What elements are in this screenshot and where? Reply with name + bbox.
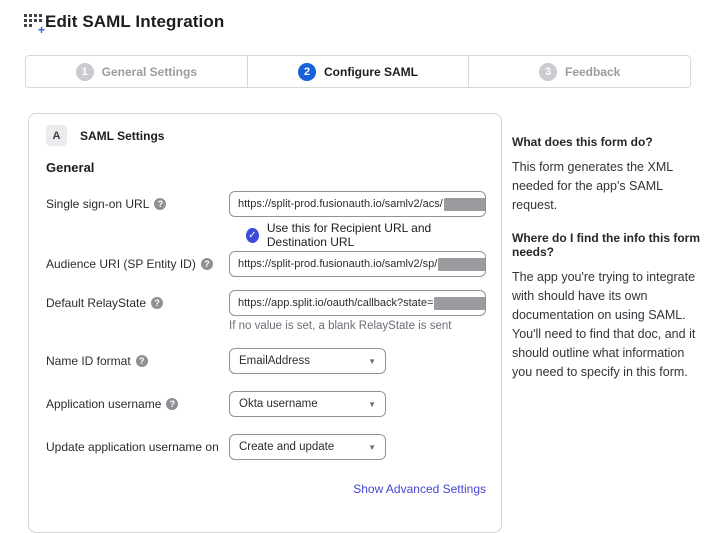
application-username-label: Application username ? bbox=[46, 391, 229, 411]
chevron-down-icon: ▼ bbox=[368, 443, 376, 452]
tab-configure-saml[interactable]: 2 Configure SAML bbox=[247, 56, 469, 87]
input-value: https://split-prod.fusionauth.io/samlv2/… bbox=[238, 258, 437, 270]
step-1-label: General Settings bbox=[102, 65, 197, 79]
saml-settings-panel: A SAML Settings General Single sign-on U… bbox=[28, 113, 502, 533]
selected-value: Okta username bbox=[239, 398, 318, 410]
help-answer-1: This form generates the XML needed for t… bbox=[512, 158, 705, 215]
help-icon[interactable]: ? bbox=[166, 398, 178, 410]
section-a-badge: A bbox=[46, 125, 67, 146]
label-text: Audience URI (SP Entity ID) bbox=[46, 257, 196, 271]
label-text: Application username bbox=[46, 397, 161, 411]
section-title: SAML Settings bbox=[80, 129, 164, 143]
step-2-label: Configure SAML bbox=[324, 65, 418, 79]
selected-value: EmailAddress bbox=[239, 355, 310, 367]
wizard-steps: 1 General Settings 2 Configure SAML 3 Fe… bbox=[25, 55, 691, 88]
single-sign-on-url-label: Single sign-on URL ? bbox=[46, 191, 229, 211]
step-2-circle: 2 bbox=[298, 63, 316, 81]
label-text: Single sign-on URL bbox=[46, 197, 149, 211]
help-icon[interactable]: ? bbox=[154, 198, 166, 210]
relaystate-hint: If no value is set, a blank RelayState i… bbox=[229, 320, 486, 332]
redacted-value bbox=[434, 297, 486, 310]
default-relaystate-input[interactable]: https://app.split.io/oauth/callback?stat… bbox=[229, 290, 486, 316]
input-value: https://app.split.io/oauth/callback?stat… bbox=[238, 297, 433, 309]
plus-glyph: + bbox=[38, 25, 45, 35]
step-3-circle: 3 bbox=[539, 63, 557, 81]
apps-grid-plus-icon: + bbox=[24, 13, 43, 32]
tab-general-settings[interactable]: 1 General Settings bbox=[26, 56, 247, 87]
update-username-label: Update application username on bbox=[46, 434, 229, 454]
redacted-value bbox=[438, 258, 486, 271]
help-icon[interactable]: ? bbox=[151, 297, 163, 309]
single-sign-on-url-input[interactable]: https://split-prod.fusionauth.io/samlv2/… bbox=[229, 191, 486, 217]
label-text: Update application username on bbox=[46, 440, 219, 454]
recipient-url-checkbox-label: Use this for Recipient URL and Destinati… bbox=[267, 221, 486, 249]
recipient-url-checkbox[interactable]: ✓ bbox=[246, 228, 259, 243]
help-icon[interactable]: ? bbox=[136, 355, 148, 367]
update-username-select[interactable]: Create and update ▼ bbox=[229, 434, 386, 460]
page-header: + Edit SAML Integration bbox=[24, 12, 224, 32]
label-text: Default RelayState bbox=[46, 296, 146, 310]
name-id-format-label: Name ID format ? bbox=[46, 348, 229, 368]
step-1-circle: 1 bbox=[76, 63, 94, 81]
label-text: Name ID format bbox=[46, 354, 131, 368]
application-username-select[interactable]: Okta username ▼ bbox=[229, 391, 386, 417]
name-id-format-select[interactable]: EmailAddress ▼ bbox=[229, 348, 386, 374]
help-icon[interactable]: ? bbox=[201, 258, 213, 270]
selected-value: Create and update bbox=[239, 441, 334, 453]
default-relaystate-label: Default RelayState ? bbox=[46, 290, 229, 310]
help-sidebar: What does this form do? This form genera… bbox=[512, 135, 705, 398]
input-value: https://split-prod.fusionauth.io/samlv2/… bbox=[238, 198, 443, 210]
help-question-2: Where do I find the info this form needs… bbox=[512, 231, 705, 259]
show-advanced-settings-link[interactable]: Show Advanced Settings bbox=[353, 482, 486, 496]
chevron-down-icon: ▼ bbox=[368, 357, 376, 366]
help-question-1: What does this form do? bbox=[512, 135, 705, 149]
audience-uri-label: Audience URI (SP Entity ID) ? bbox=[46, 251, 229, 271]
general-group-title: General bbox=[46, 160, 486, 175]
chevron-down-icon: ▼ bbox=[368, 400, 376, 409]
page-title: Edit SAML Integration bbox=[45, 12, 224, 32]
redacted-value bbox=[444, 198, 486, 211]
audience-uri-input[interactable]: https://split-prod.fusionauth.io/samlv2/… bbox=[229, 251, 486, 277]
tab-feedback[interactable]: 3 Feedback bbox=[468, 56, 690, 87]
help-answer-2: The app you're trying to integrate with … bbox=[512, 268, 705, 382]
step-3-label: Feedback bbox=[565, 65, 620, 79]
